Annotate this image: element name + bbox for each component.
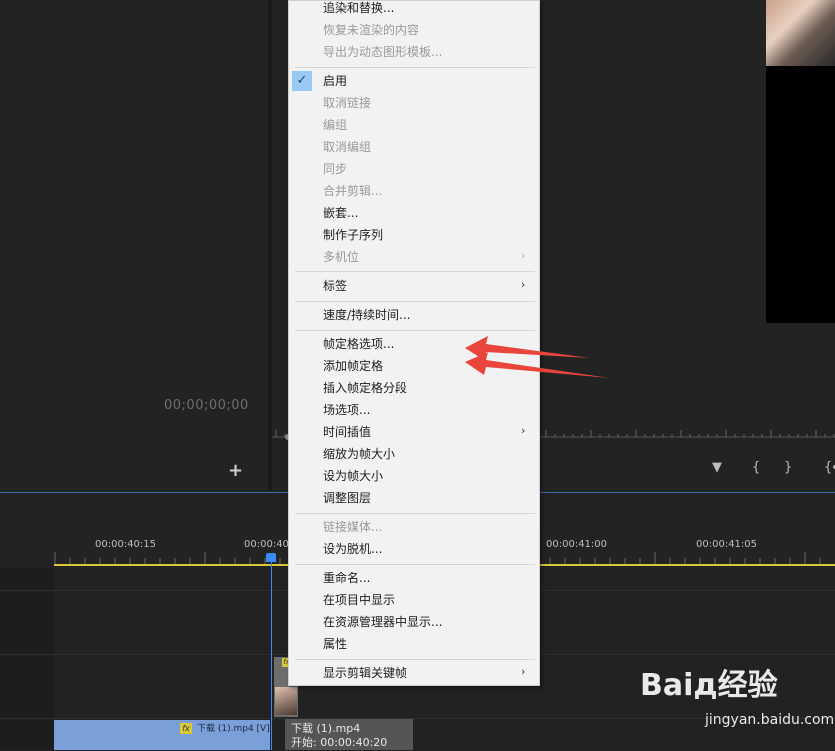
menu-item-merge-clips[interactable]: 合并剪辑... — [323, 184, 382, 198]
watermark-url: jingyan.baidu.com — [705, 712, 835, 728]
menu-item-speed-duration[interactable]: 速度/持续时间... — [323, 308, 411, 322]
menu-separator — [295, 67, 535, 68]
submenu-chevron-icon: › — [521, 424, 526, 437]
source-monitor-panel — [0, 0, 268, 490]
menu-item-render-replace[interactable]: 追染和替换... — [323, 1, 394, 15]
menu-separator — [295, 659, 535, 660]
ruler-time-label: 00:00:40:15 — [95, 539, 157, 550]
menu-item-nest[interactable]: 嵌套... — [323, 206, 358, 220]
mark-in-icon[interactable]: { — [752, 460, 760, 475]
mark-out-icon[interactable]: } — [784, 460, 792, 475]
menu-item-time-interpolation[interactable]: 时间插值 — [323, 425, 371, 439]
menu-item-export-mogrt[interactable]: 导出为动态图形模板... — [323, 45, 442, 59]
menu-item-properties[interactable]: 属性 — [323, 637, 347, 651]
source-timecode: 00;00;00;00 — [164, 398, 249, 413]
ruler-time-label: 00:00:41:00 — [546, 539, 608, 550]
menu-item-add-frame-hold[interactable]: 添加帧定格 — [323, 359, 383, 373]
submenu-chevron-icon: › — [521, 278, 526, 291]
add-button[interactable]: + — [228, 460, 243, 481]
tooltip-name: 下载 (1).mp4 — [291, 722, 361, 735]
menu-item-reveal-in-explorer[interactable]: 在资源管理器中显示... — [323, 615, 442, 629]
submenu-chevron-icon: › — [521, 249, 526, 262]
menu-item-label[interactable]: 标签 — [323, 279, 347, 293]
menu-item-scale-to-frame[interactable]: 缩放为帧大小 — [323, 447, 395, 461]
menu-item-show-clip-keyframes[interactable]: 显示剪辑关键帧 — [323, 666, 407, 680]
clip-tooltip: 下载 (1).mp4 开始: 00:00:40:20 — [285, 719, 413, 750]
submenu-chevron-icon: › — [521, 665, 526, 678]
menu-item-rename[interactable]: 重命名... — [323, 571, 370, 585]
playhead-handle[interactable] — [266, 553, 276, 562]
menu-item-field-options[interactable]: 场选项... — [323, 403, 370, 417]
fx-badge: fx — [180, 723, 192, 734]
menu-item-make-subsequence[interactable]: 制作子序列 — [323, 228, 383, 242]
video-frame-image — [766, 0, 835, 66]
check-icon: ✓ — [292, 71, 312, 91]
menu-item-synchronize[interactable]: 同步 — [323, 162, 347, 176]
menu-separator — [295, 564, 535, 565]
go-to-in-icon[interactable]: {← — [824, 460, 835, 475]
clip-thumbnail — [275, 687, 297, 715]
playhead-line — [271, 556, 272, 750]
menu-item-make-offline[interactable]: 设为脱机... — [323, 542, 382, 556]
marker-icon[interactable]: ▼ — [712, 460, 722, 475]
menu-separator — [295, 513, 535, 514]
menu-item-enable[interactable]: 启用 — [323, 74, 347, 88]
baidu-jingyan-logo: Baiд经验 — [640, 668, 778, 703]
menu-item-restore-unrendered[interactable]: 恢复未渲染的内容 — [323, 23, 419, 37]
menu-item-ungroup[interactable]: 取消编组 — [323, 140, 371, 154]
menu-item-group[interactable]: 编组 — [323, 118, 347, 132]
menu-item-unlink[interactable]: 取消链接 — [323, 96, 371, 110]
menu-separator — [295, 271, 535, 272]
ruler-time-label: 00:00:40: — [244, 539, 293, 550]
tooltip-start: 开始: 00:00:40:20 — [291, 736, 388, 749]
track-headers — [0, 568, 54, 750]
menu-item-set-to-frame[interactable]: 设为帧大小 — [323, 469, 383, 483]
menu-item-frame-hold-options[interactable]: 帧定格选项... — [323, 337, 394, 351]
menu-item-adjustment-layer[interactable]: 调整图层 — [323, 491, 371, 505]
annotation-arrows-icon — [465, 336, 610, 378]
ruler-time-label: 00:00:41:05 — [696, 539, 758, 550]
menu-item-link-media[interactable]: 链接媒体... — [323, 520, 382, 534]
menu-item-reveal-in-project[interactable]: 在项目中显示 — [323, 593, 395, 607]
menu-item-insert-frame-hold-segment[interactable]: 插入帧定格分段 — [323, 381, 407, 395]
clip-label: 下载 (1).mp4 [V] — [197, 724, 270, 734]
program-controls: ▼ { } {← — [700, 460, 835, 480]
menu-separator — [295, 301, 535, 302]
menu-item-multi-camera[interactable]: 多机位 — [323, 250, 359, 264]
